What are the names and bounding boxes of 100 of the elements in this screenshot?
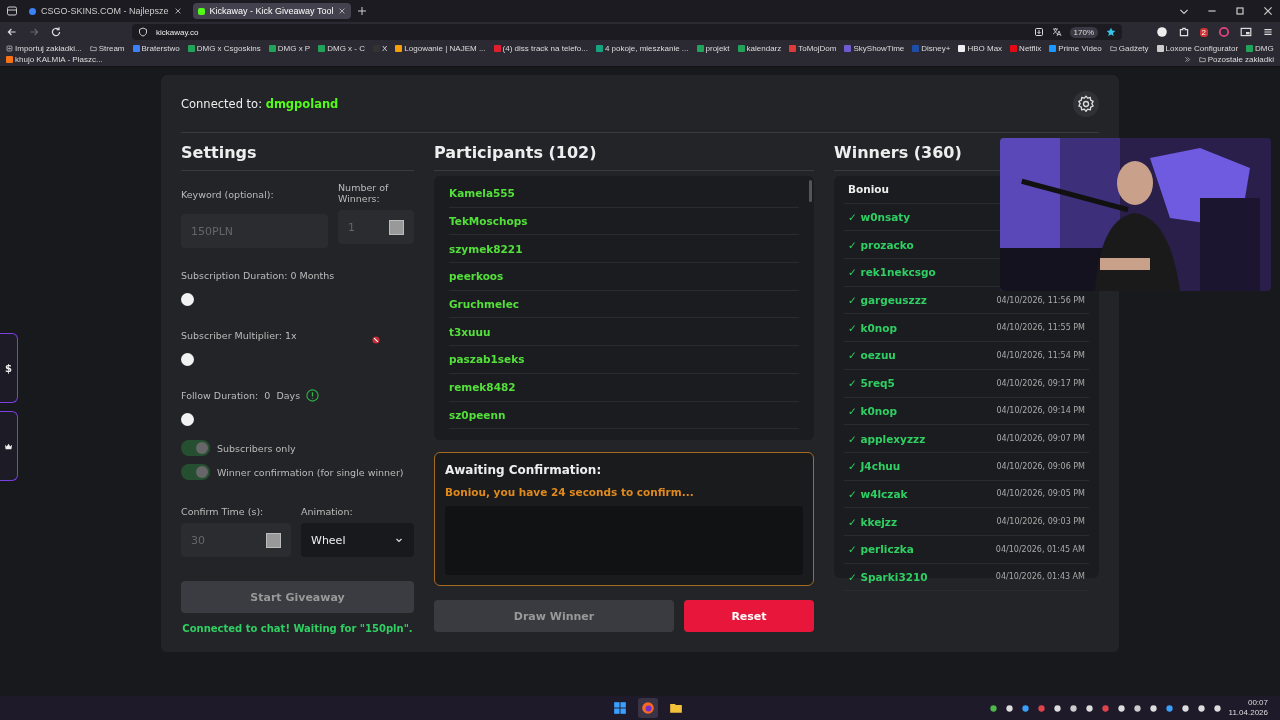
participant-name: peerkoos bbox=[449, 270, 504, 283]
bookmark[interactable]: ToMojDom bbox=[789, 44, 837, 53]
bookmark[interactable]: Pozostałe zakładki bbox=[1198, 55, 1274, 64]
winner-name: ✓ perliczka bbox=[848, 543, 914, 556]
site-icon bbox=[197, 7, 205, 15]
slider-thumb[interactable] bbox=[181, 353, 194, 366]
winner-date: 04/10/2026, 01:45 AM bbox=[995, 544, 1085, 554]
participant-name: Gruchmelec bbox=[449, 298, 519, 311]
participant-name: paszab1seks bbox=[449, 353, 525, 366]
browser-tab[interactable]: CSGO-SKINS.COM - Najlepsze bbox=[24, 3, 187, 19]
bookmark[interactable]: Gadżety bbox=[1109, 44, 1149, 53]
toggle-label: Subscribers only bbox=[217, 442, 296, 454]
zoom-badge[interactable]: 170% bbox=[1069, 26, 1098, 38]
back-icon[interactable] bbox=[6, 26, 18, 38]
winner-name: ✓ 5req5 bbox=[848, 377, 895, 390]
close-icon[interactable] bbox=[1262, 5, 1274, 17]
bookmark[interactable]: DMG x P bbox=[268, 44, 311, 53]
participant-name: t3xuuu bbox=[449, 325, 491, 338]
bookmark[interactable]: Braterstwo bbox=[132, 44, 180, 53]
extension-button[interactable]: 2 bbox=[1199, 27, 1208, 37]
bookmark[interactable]: projekt bbox=[696, 44, 730, 53]
bookmark[interactable]: DMG x - C bbox=[318, 44, 365, 53]
info-icon[interactable] bbox=[306, 388, 320, 402]
not-allowed-cursor-icon bbox=[372, 336, 380, 344]
site-icon bbox=[29, 7, 36, 15]
confirmation-title: Awaiting Confirmation: bbox=[445, 463, 603, 477]
participant-name: Kamela555 bbox=[449, 187, 515, 200]
bookmark[interactable]: Stream bbox=[89, 44, 125, 53]
winner-date: 04/10/2026, 09:03 PM bbox=[996, 517, 1085, 527]
bookmark[interactable]: SkyShowTime bbox=[844, 44, 905, 53]
scrollbar[interactable] bbox=[809, 180, 812, 202]
bookmark[interactable]: Loxone Configurator bbox=[1156, 44, 1239, 53]
start-giveaway-button[interactable]: Start Giveaway bbox=[181, 581, 414, 613]
bookmark[interactable]: X bbox=[373, 44, 388, 53]
bookmark[interactable]: 4 pokoje, mieszkanie ... bbox=[595, 44, 689, 53]
winner-name: ✓ applexyzzz bbox=[848, 432, 926, 445]
bookmark[interactable]: DMG bbox=[1246, 44, 1274, 53]
keyword-field[interactable]: 150PLN bbox=[181, 214, 328, 248]
reset-button[interactable]: Reset bbox=[684, 600, 814, 632]
confirmation-message: Boniou, you have 24 seconds to confirm... bbox=[445, 486, 695, 498]
winner-name: ✓ w0nsaty bbox=[848, 211, 911, 224]
winner-date: 04/10/2026, 09:06 PM bbox=[996, 461, 1085, 471]
winner-date: 04/10/2026, 11:54 PM bbox=[996, 350, 1085, 360]
clock[interactable]: 00:07 11.04.2026 bbox=[1228, 698, 1268, 718]
star-icon[interactable] bbox=[1106, 27, 1116, 37]
reload-icon[interactable] bbox=[50, 26, 62, 38]
field-label: Confirm Time (s): bbox=[181, 506, 265, 517]
winner-name: ✓ w4lczak bbox=[848, 487, 908, 500]
slider-thumb[interactable] bbox=[181, 293, 194, 306]
winner-date: 04/10/2026, 01:43 AM bbox=[995, 572, 1085, 582]
bookmark[interactable]: (4) diss track na telefo... bbox=[493, 44, 588, 53]
winner-name: ✓ oezuu bbox=[848, 349, 896, 362]
tab-list-icon[interactable] bbox=[6, 5, 18, 17]
draw-winner-button[interactable]: Draw Winner bbox=[434, 600, 674, 632]
side-tab[interactable] bbox=[0, 411, 18, 481]
close-icon[interactable] bbox=[173, 7, 182, 15]
bookmark[interactable]: kalendarz bbox=[737, 44, 782, 53]
bookmark[interactable]: Importuj zakładki... bbox=[6, 44, 82, 53]
bookmark[interactable]: Netflix bbox=[1010, 44, 1042, 53]
shield-icon bbox=[138, 27, 148, 37]
settings-icon[interactable] bbox=[1073, 90, 1099, 117]
participant-name: TekMoschops bbox=[449, 215, 528, 228]
bookmark[interactable]: khujo KALMIA - Płaszc... bbox=[6, 55, 103, 64]
current-winner: Boniou bbox=[848, 183, 889, 196]
import-icon bbox=[6, 45, 13, 52]
winner-name: ✓ k0nop bbox=[848, 321, 897, 334]
bookmark[interactable]: Logowanie | NAJEM ... bbox=[395, 44, 486, 53]
side-tab[interactable]: $ bbox=[0, 333, 18, 403]
bookmark[interactable]: HBO Max bbox=[958, 44, 1003, 53]
bookmark[interactable]: Prime Video bbox=[1049, 44, 1102, 53]
winners-count-field[interactable]: 1 bbox=[338, 210, 414, 244]
browser-icon[interactable] bbox=[638, 698, 658, 718]
restore-icon[interactable] bbox=[1234, 5, 1246, 17]
winner-name: ✓ gargeuszzz bbox=[848, 294, 927, 307]
slider-thumb[interactable] bbox=[181, 413, 194, 426]
confirm-time-field[interactable]: 30 bbox=[181, 523, 291, 557]
close-icon[interactable] bbox=[338, 7, 347, 15]
slider-label: Subscriber Multiplier: 1x bbox=[181, 329, 297, 341]
section-title: Participants (102) bbox=[434, 143, 814, 171]
new-tab-icon[interactable] bbox=[357, 6, 368, 16]
account-icon[interactable] bbox=[1155, 26, 1168, 38]
connection-status: Connected to: dmgpoland bbox=[181, 96, 339, 111]
winner-name: ✓ kkejzz bbox=[848, 515, 898, 528]
browser-tab[interactable]: Kickaway - Kick Giveaway Tool bbox=[192, 3, 352, 19]
bookmark[interactable]: Disney+ bbox=[912, 44, 951, 53]
winner-date: 04/10/2026, 09:07 PM bbox=[996, 434, 1085, 444]
participant-name: remek8482 bbox=[449, 381, 516, 394]
chat-status: Connected to chat! Waiting for "150pln". bbox=[181, 623, 414, 634]
animation-dropdown[interactable]: Wheel bbox=[301, 523, 414, 557]
bookmark[interactable]: DMG x Csgoskins bbox=[187, 44, 261, 53]
toggle-label: Winner confirmation (for single winner) bbox=[217, 466, 404, 478]
address-bar[interactable]: kickaway.co 170% bbox=[132, 24, 1122, 40]
menu-icon[interactable] bbox=[1262, 26, 1274, 38]
winner-date: 04/10/2026, 11:56 PM bbox=[996, 295, 1085, 305]
winner-name: ✓ k0nop bbox=[848, 404, 897, 417]
picture-in-picture-icon[interactable] bbox=[1240, 26, 1252, 38]
more-icon[interactable] bbox=[1183, 56, 1191, 63]
translate-icon[interactable] bbox=[1051, 27, 1062, 37]
download-icon[interactable] bbox=[1033, 27, 1044, 37]
extension-icon[interactable] bbox=[1218, 26, 1230, 38]
